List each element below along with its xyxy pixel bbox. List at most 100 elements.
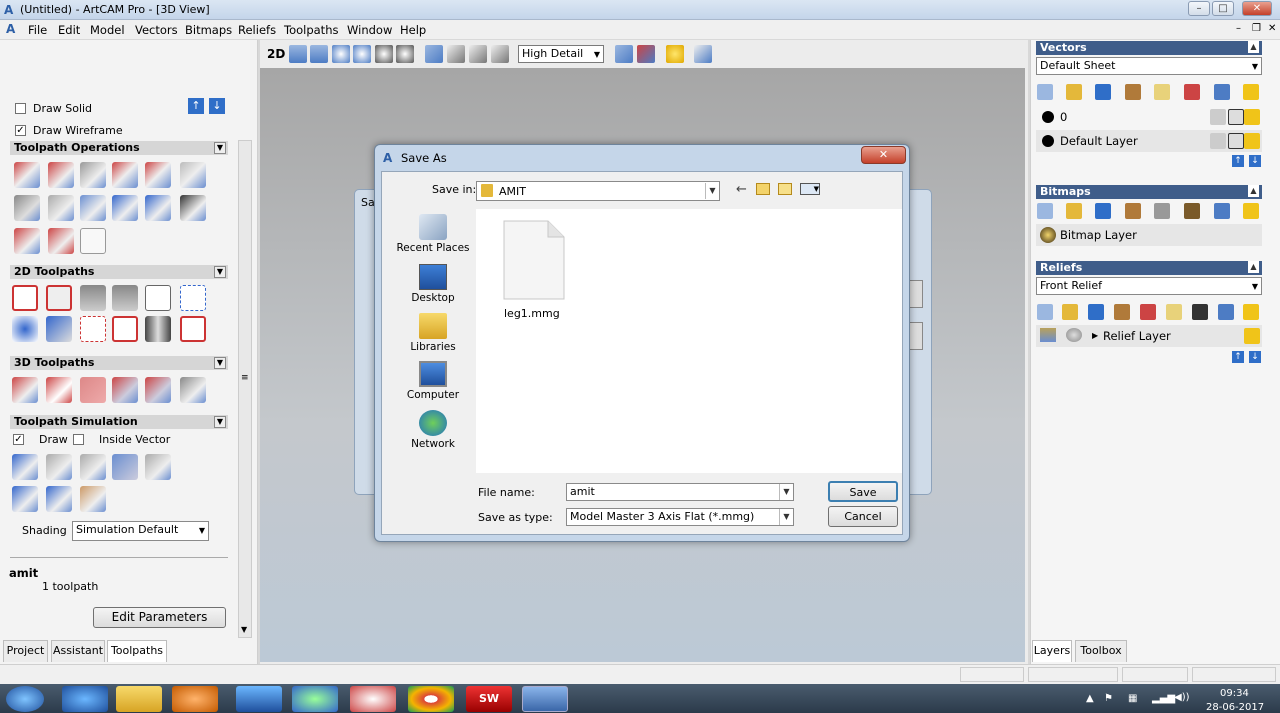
tray-arrow-icon[interactable]: ▲: [1086, 693, 1094, 704]
lightbulb-icon[interactable]: [1243, 304, 1259, 320]
simulate-icon[interactable]: [80, 454, 106, 480]
relief-mode-icon[interactable]: [1066, 328, 1082, 342]
toolpath-op-icon[interactable]: [112, 195, 138, 221]
shading-select[interactable]: Simulation Default ▼: [72, 521, 209, 541]
toolpath-op-icon[interactable]: [180, 195, 206, 221]
maximize-button[interactable]: □: [1212, 1, 1234, 16]
artcam-taskbar-icon[interactable]: [522, 686, 568, 712]
relief-layer[interactable]: ▶ Relief Layer: [1036, 325, 1262, 347]
menu-reliefs[interactable]: Reliefs: [238, 23, 276, 37]
vector-default-layer[interactable]: Default Layer: [1036, 130, 1262, 152]
axes-icon[interactable]: [637, 45, 655, 63]
simulate-icon[interactable]: [12, 486, 38, 512]
top-view-icon[interactable]: [469, 45, 487, 63]
open-folder-icon[interactable]: [1066, 84, 1082, 100]
save-as-type-select[interactable]: Model Master 3 Axis Flat (*.mmg) ▼: [566, 508, 794, 526]
merge-icon[interactable]: [1125, 203, 1141, 219]
arrow-up-icon[interactable]: ↑: [1232, 155, 1244, 167]
fluting-icon[interactable]: [112, 316, 138, 342]
toolpath-op-icon[interactable]: [145, 162, 171, 188]
place-libraries[interactable]: Libraries: [392, 313, 474, 353]
3d-toolpath-icon[interactable]: [46, 377, 72, 403]
relief-sheet-select[interactable]: Front Relief ▼: [1036, 277, 1262, 295]
app-menu-icon[interactable]: A: [6, 22, 15, 36]
zoom-in-icon[interactable]: [332, 45, 350, 63]
menu-window[interactable]: Window: [347, 23, 392, 37]
menu-bitmaps[interactable]: Bitmaps: [185, 23, 232, 37]
inlay-icon[interactable]: [80, 316, 106, 342]
save-in-select[interactable]: AMIT ▼: [476, 181, 720, 201]
close-button[interactable]: ✕: [1242, 1, 1272, 16]
drill-pattern-icon[interactable]: [180, 285, 206, 311]
3d-toolpath-icon[interactable]: [145, 377, 171, 403]
engrave-icon[interactable]: [145, 285, 171, 311]
menu-file[interactable]: File: [28, 23, 47, 37]
place-computer[interactable]: Computer: [392, 361, 474, 401]
toolpath-simulation-header[interactable]: Toolpath Simulation ▼: [10, 415, 228, 429]
lightbulb-icon[interactable]: [1244, 328, 1260, 344]
simulate-icon[interactable]: [112, 454, 138, 480]
menu-model[interactable]: Model: [90, 23, 125, 37]
tab-project[interactable]: Project: [3, 640, 48, 662]
open-folder-icon[interactable]: [1066, 203, 1082, 219]
area-clearance-icon[interactable]: [46, 285, 72, 311]
3d-toolpath-icon[interactable]: [12, 377, 38, 403]
layer-properties-icon[interactable]: [1166, 304, 1182, 320]
tab-assistant[interactable]: Assistant: [51, 640, 105, 662]
move-icon[interactable]: [310, 45, 328, 63]
toolpath-op-icon[interactable]: [14, 195, 40, 221]
volume-icon[interactable]: ◀)): [1174, 692, 1190, 703]
simulate-icon[interactable]: [145, 454, 171, 480]
save-icon[interactable]: [1088, 304, 1104, 320]
minimize-button[interactable]: –: [1188, 1, 1210, 16]
zoom-box-icon[interactable]: [396, 45, 414, 63]
vector-layer-0[interactable]: 0: [1036, 106, 1262, 128]
collapse-icon[interactable]: ▲: [1248, 261, 1259, 273]
back-icon[interactable]: ←: [736, 182, 747, 197]
toolpath-operations-header[interactable]: Toolpath Operations ▼: [10, 141, 228, 155]
network-tray-icon[interactable]: ▦: [1128, 693, 1137, 704]
3d-toolpath-icon[interactable]: [180, 377, 206, 403]
mdi-restore-icon[interactable]: ❐: [1252, 23, 1261, 34]
2d-view-button[interactable]: 2D: [267, 47, 285, 61]
menu-help[interactable]: Help: [400, 23, 426, 37]
pen-icon[interactable]: [1228, 109, 1244, 125]
snipping-tool-icon[interactable]: [350, 686, 396, 712]
attach-icon[interactable]: [1184, 84, 1200, 100]
edit-parameters-button[interactable]: Edit Parameters: [93, 607, 226, 628]
clock-date[interactable]: 28-06-2017: [1206, 702, 1264, 713]
expand-arrow-icon[interactable]: ▶: [1092, 325, 1098, 347]
bevel-icon[interactable]: [46, 316, 72, 342]
toolpath-group-name[interactable]: amit: [9, 566, 38, 580]
lock-icon[interactable]: [1210, 109, 1226, 125]
ie-icon[interactable]: [62, 686, 108, 712]
new-layer-icon[interactable]: [1037, 84, 1053, 100]
delete-icon[interactable]: [1214, 84, 1230, 100]
arrow-up-icon[interactable]: ↑: [188, 98, 204, 114]
new-folder-icon[interactable]: [778, 183, 792, 195]
bitmaps-header[interactable]: Bitmaps ▲: [1036, 185, 1262, 199]
toolpath-op-icon[interactable]: [14, 162, 40, 188]
collapse-icon[interactable]: ▼: [214, 416, 226, 428]
collapse-icon[interactable]: ▲: [1248, 185, 1259, 197]
draw-solid-checkbox[interactable]: [15, 103, 26, 114]
machine-vectors-icon[interactable]: [112, 285, 138, 311]
place-desktop[interactable]: Desktop: [392, 264, 474, 304]
lightbulb-icon[interactable]: [666, 45, 684, 63]
simulate-icon[interactable]: [46, 486, 72, 512]
drilling-icon[interactable]: [80, 285, 106, 311]
toolpath-op-icon[interactable]: [80, 162, 106, 188]
draw-checkbox[interactable]: ✓: [13, 434, 24, 445]
up-folder-icon[interactable]: [756, 183, 770, 195]
shade-icon[interactable]: [615, 45, 633, 63]
merge-icon[interactable]: [1114, 304, 1130, 320]
inside-vector-checkbox[interactable]: [73, 434, 84, 445]
attach-icon[interactable]: [1184, 203, 1200, 219]
merge-icon[interactable]: [1125, 84, 1141, 100]
new-layer-icon[interactable]: [1037, 304, 1053, 320]
start-button-icon[interactable]: [6, 686, 44, 712]
iso-view-icon[interactable]: [425, 45, 443, 63]
lightbulb-icon[interactable]: [1244, 109, 1260, 125]
tab-layers[interactable]: Layers: [1032, 640, 1072, 662]
flag-icon[interactable]: ⚑: [1104, 693, 1113, 704]
